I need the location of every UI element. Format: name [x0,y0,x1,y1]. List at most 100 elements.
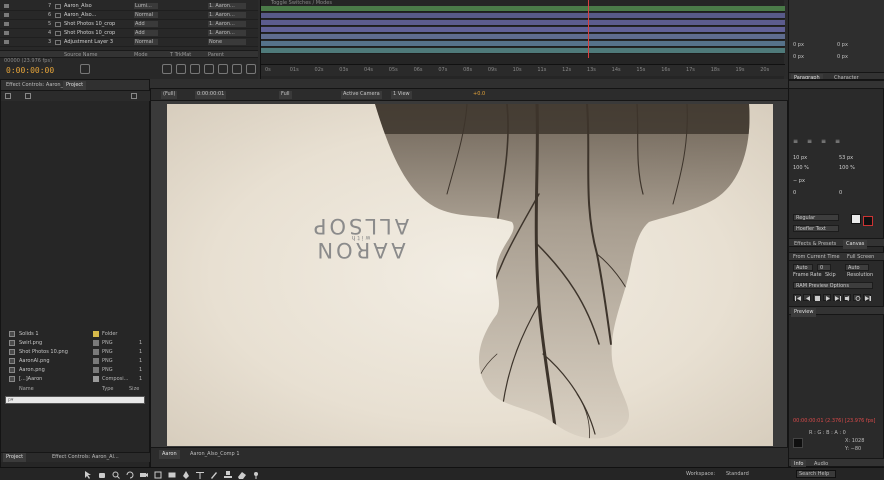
indent-left-value[interactable]: 0 px [793,42,804,48]
label-swatch[interactable] [93,331,99,337]
layer-duration-bar[interactable] [261,6,785,12]
loop-button[interactable] [853,294,861,301]
kerning-value[interactable]: 0 [793,190,796,197]
views-select[interactable]: 1 View [391,91,412,99]
blend-mode-select[interactable]: Add [134,21,158,27]
fill-color-swatch[interactable] [851,214,861,224]
ram-preview-button[interactable] [863,294,871,301]
visibility-icon[interactable] [4,22,9,26]
trkmat-header[interactable]: T TrkMat [170,52,191,58]
resolution-select[interactable]: Full [279,91,292,99]
tab-effect-controls-bottom[interactable]: Effect Controls: Aaron_Al... [49,453,122,462]
graph-editor-icon[interactable] [232,64,242,74]
space-after-value[interactable]: 0 px [837,54,848,60]
comp-timecode[interactable]: 0:00:00:01 [195,91,227,99]
tab-canvas[interactable]: Canvas [843,240,868,249]
visibility-icon[interactable] [4,4,9,8]
ram-preview-options-select[interactable]: RAM Preview Options [793,282,873,289]
mute-button[interactable] [843,294,851,301]
blend-mode-select[interactable]: Normal [134,12,158,18]
layer-name[interactable]: Adjustment Layer 3 [64,39,113,45]
composition-viewer[interactable]: AARON ALLSOP with [167,104,773,446]
align-center-icon[interactable]: ≡ [807,138,812,145]
tab-project-bottom[interactable]: Project [3,453,27,462]
blend-mode-select[interactable]: Lumi... [134,3,158,9]
time-ruler[interactable]: 0s 01s 02s 03s 04s 05s 06s 07s 08s 09s 10s 11s 12s 13… [261,64,785,76]
pan-behind-tool-icon[interactable] [154,471,162,479]
search-help-input[interactable]: Search Help [796,470,836,478]
visibility-icon[interactable] [4,13,9,17]
indent-right-value[interactable]: 0 px [837,42,848,48]
layer-row[interactable]: 6 Aaron_Also... Normal 1. Aaron... [0,11,258,20]
project-item[interactable]: Swirl.png PNG 1 [5,339,147,348]
font-size-value[interactable]: 10 px [793,155,807,162]
previous-frame-button[interactable] [803,294,811,301]
tab-preview[interactable]: Preview [791,308,817,317]
current-time-display[interactable]: 0:00:00:00 [6,66,54,75]
layer-duration-bar[interactable] [261,27,785,33]
camera-select[interactable]: Active Camera [341,91,382,99]
parent-select[interactable]: None [208,39,246,45]
motion-blur-icon[interactable] [218,64,228,74]
playhead[interactable] [588,0,589,58]
font-style-select[interactable]: Regular [793,214,839,221]
layer-duration-bar[interactable] [261,41,785,47]
brush-tool-icon[interactable] [210,471,218,479]
layer-duration-bar[interactable] [261,13,785,19]
rectangle-tool-icon[interactable] [168,471,176,479]
parent-select[interactable]: 1. Aaron... [208,30,246,36]
frame-blending-icon[interactable] [204,64,214,74]
stroke-color-swatch[interactable] [863,216,873,226]
project-item[interactable]: Shot Photos 10.png PNG 1 [5,348,147,357]
visibility-icon[interactable] [4,31,9,35]
label-swatch[interactable] [93,349,99,355]
layer-row[interactable]: 3 Adjustment Layer 3 Normal None [0,38,258,47]
tab-comp-aaron[interactable]: Aaron [159,450,180,459]
layer-duration-bar[interactable] [261,20,785,26]
parent-select[interactable]: 1. Aaron... [208,12,246,18]
eraser-tool-icon[interactable] [238,471,246,479]
project-search-input[interactable] [5,396,145,404]
last-frame-button[interactable] [833,294,841,301]
tab-project[interactable]: Project [63,81,87,90]
leading-value[interactable]: 53 px [839,155,853,162]
mode-header[interactable]: Mode [134,52,148,58]
type-column-header[interactable]: Type [102,386,113,392]
vertical-scale-value[interactable]: 100 % [793,165,809,172]
space-before-value[interactable]: 0 px [793,54,804,60]
label-swatch[interactable] [93,358,99,364]
clone-stamp-tool-icon[interactable] [224,471,232,479]
source-name-header[interactable]: Source Name [64,52,98,58]
layer-name[interactable]: Shot Photos 10_crop [64,21,115,27]
label-swatch[interactable] [93,376,99,382]
puppet-pin-tool-icon[interactable] [252,471,260,479]
blend-mode-select[interactable]: Add [134,30,158,36]
rotation-tool-icon[interactable] [126,471,134,479]
comp-mini-flowchart-icon[interactable] [162,64,172,74]
parent-select[interactable]: 1. Aaron... [208,3,246,9]
brainstorm-icon[interactable] [246,64,256,74]
visibility-icon[interactable] [4,40,9,44]
layer-name[interactable]: Aaron_Also... [64,12,96,18]
size-column-header[interactable]: Size [129,386,139,392]
resolution-select[interactable]: Auto [845,264,869,271]
from-current-time-checkbox[interactable]: From Current Time [793,254,840,260]
layer-duration-bar[interactable] [261,34,785,40]
camera-tool-icon[interactable] [140,471,148,479]
parent-select[interactable]: 1. Aaron... [208,21,246,27]
project-item[interactable]: AaronAl.png PNG 1 [5,357,147,366]
align-right-icon[interactable]: ≡ [821,138,826,145]
play-button[interactable] [813,294,821,301]
selection-tool-icon[interactable] [84,471,92,479]
pen-tool-icon[interactable] [182,471,190,479]
layer-duration-bar[interactable] [261,48,785,54]
tracking-value[interactable]: 0 [839,190,842,197]
exposure-value[interactable]: +0.0 [471,91,487,99]
parent-header[interactable]: Parent [208,52,224,58]
project-item[interactable]: [...]Aaron Composi... 1 [5,375,147,384]
blend-mode-select[interactable]: Normal [134,39,158,45]
name-column-header[interactable]: Name [19,386,34,392]
skip-field[interactable]: 0 [817,264,831,271]
next-frame-button[interactable] [823,294,831,301]
trash-icon[interactable] [131,93,137,99]
